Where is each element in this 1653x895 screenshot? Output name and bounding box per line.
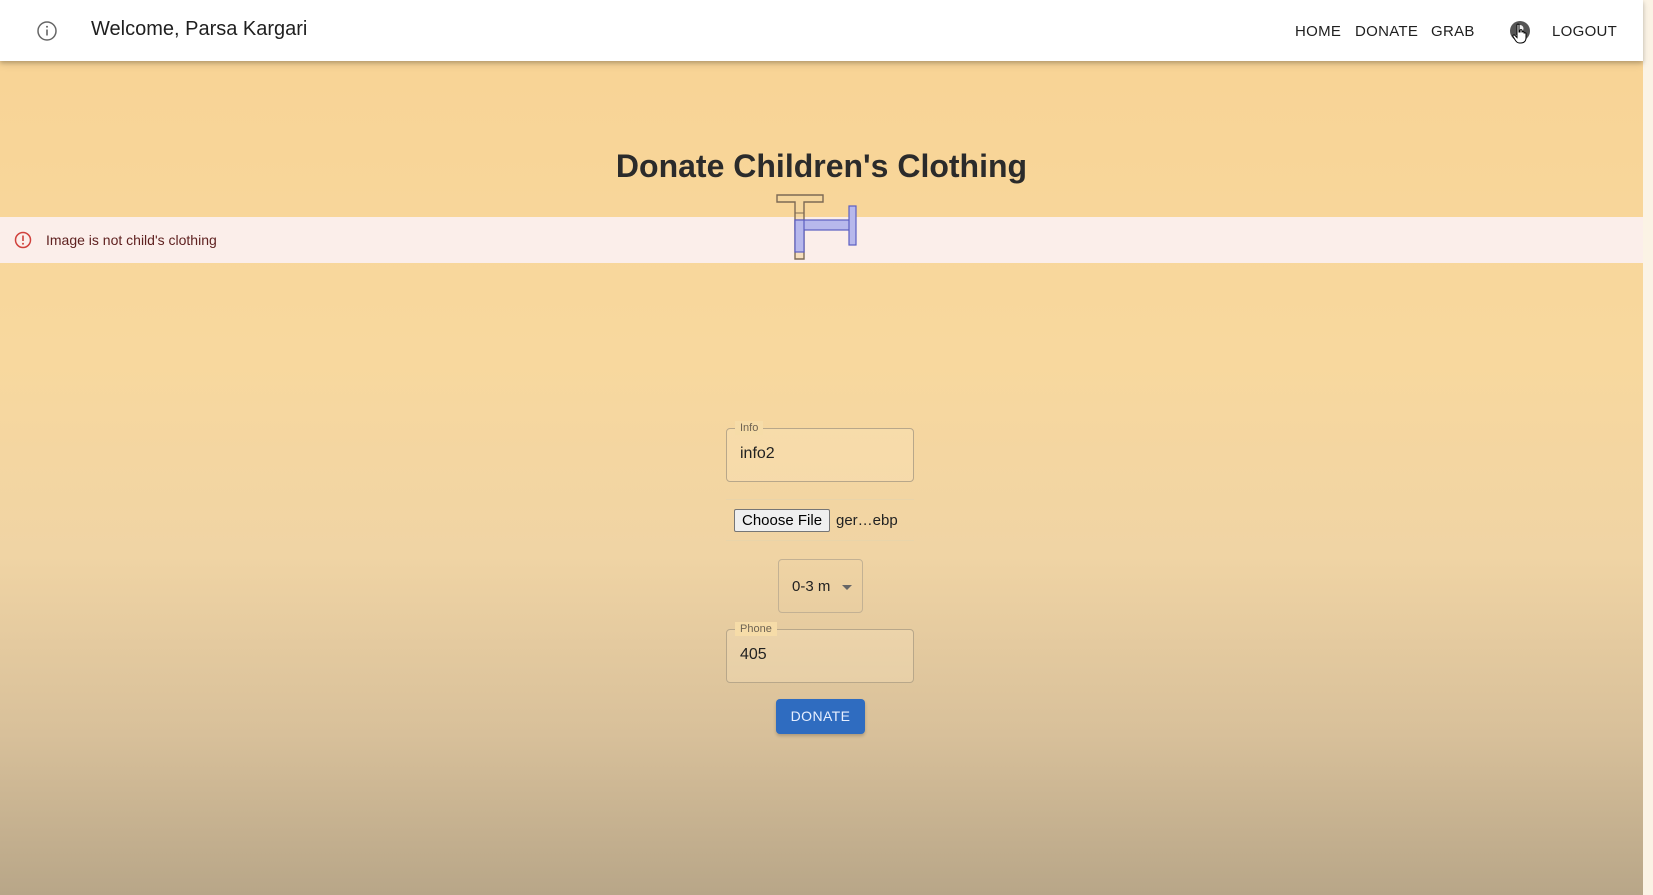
page-title: Donate Children's Clothing	[615, 148, 1028, 184]
info-input[interactable]: info2	[740, 445, 775, 463]
info-icon[interactable]	[36, 20, 58, 42]
app-bar: Welcome, Parsa Kargari HOME DONATE GRAB …	[0, 0, 1643, 61]
info-field[interactable]: Info info2	[726, 421, 914, 482]
info-label: Info	[735, 421, 764, 435]
dropdown-caret-icon	[842, 585, 852, 590]
selected-file-name: ger…ebp	[836, 512, 898, 529]
welcome-message: Welcome, Parsa Kargari	[91, 18, 308, 40]
nav-home[interactable]: HOME	[1295, 23, 1341, 40]
phone-label: Phone	[735, 622, 777, 636]
nav-logout[interactable]: LOGOUT	[1552, 23, 1617, 40]
error-outline-icon	[14, 231, 32, 249]
phone-input[interactable]: 405	[740, 646, 767, 664]
file-upload: Choose File ger…ebp	[726, 499, 914, 541]
hand-pointer-cursor-icon	[1512, 23, 1527, 44]
phone-field[interactable]: Phone 405	[726, 622, 914, 683]
size-select-value: 0-3 m	[792, 578, 831, 595]
th-logo-icon	[776, 194, 857, 260]
nav-donate[interactable]: DONATE	[1355, 23, 1418, 40]
alert-message: Image is not child's clothing	[46, 232, 217, 248]
choose-file-button[interactable]: Choose File	[734, 509, 831, 532]
window-edge	[1643, 0, 1653, 895]
nav-grab[interactable]: GRAB	[1431, 23, 1475, 40]
donate-submit-button[interactable]: DONATE	[776, 699, 865, 734]
size-select[interactable]: 0-3 m	[778, 559, 863, 613]
